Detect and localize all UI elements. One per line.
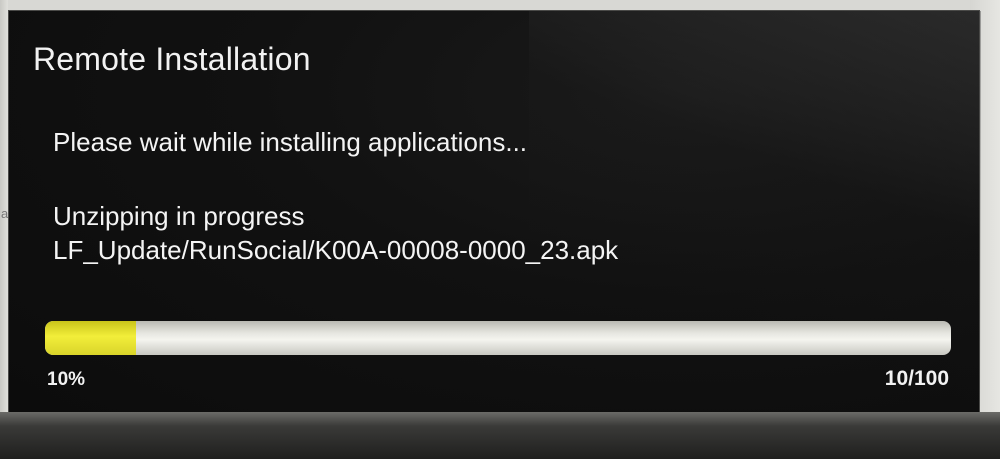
status-block: Unzipping in progress LF_Update/RunSocia… [53, 199, 618, 267]
file-path: LF_Update/RunSocial/K00A-00008-0000_23.a… [53, 235, 619, 265]
installation-dialog: Remote Installation Please wait while in… [8, 10, 981, 415]
progress-count: 10/100 [884, 367, 949, 390]
progress-bar-fill [45, 321, 136, 355]
progress-bar [45, 321, 951, 355]
progress-percent: 10% [47, 369, 86, 390]
monitor-bezel-bottom [0, 412, 1000, 459]
status-line: Unzipping in progress [53, 201, 305, 231]
wait-message: Please wait while installing application… [53, 127, 528, 157]
monitor-bezel-left [0, 0, 8, 459]
dialog-title: Remote Installation [33, 41, 311, 77]
